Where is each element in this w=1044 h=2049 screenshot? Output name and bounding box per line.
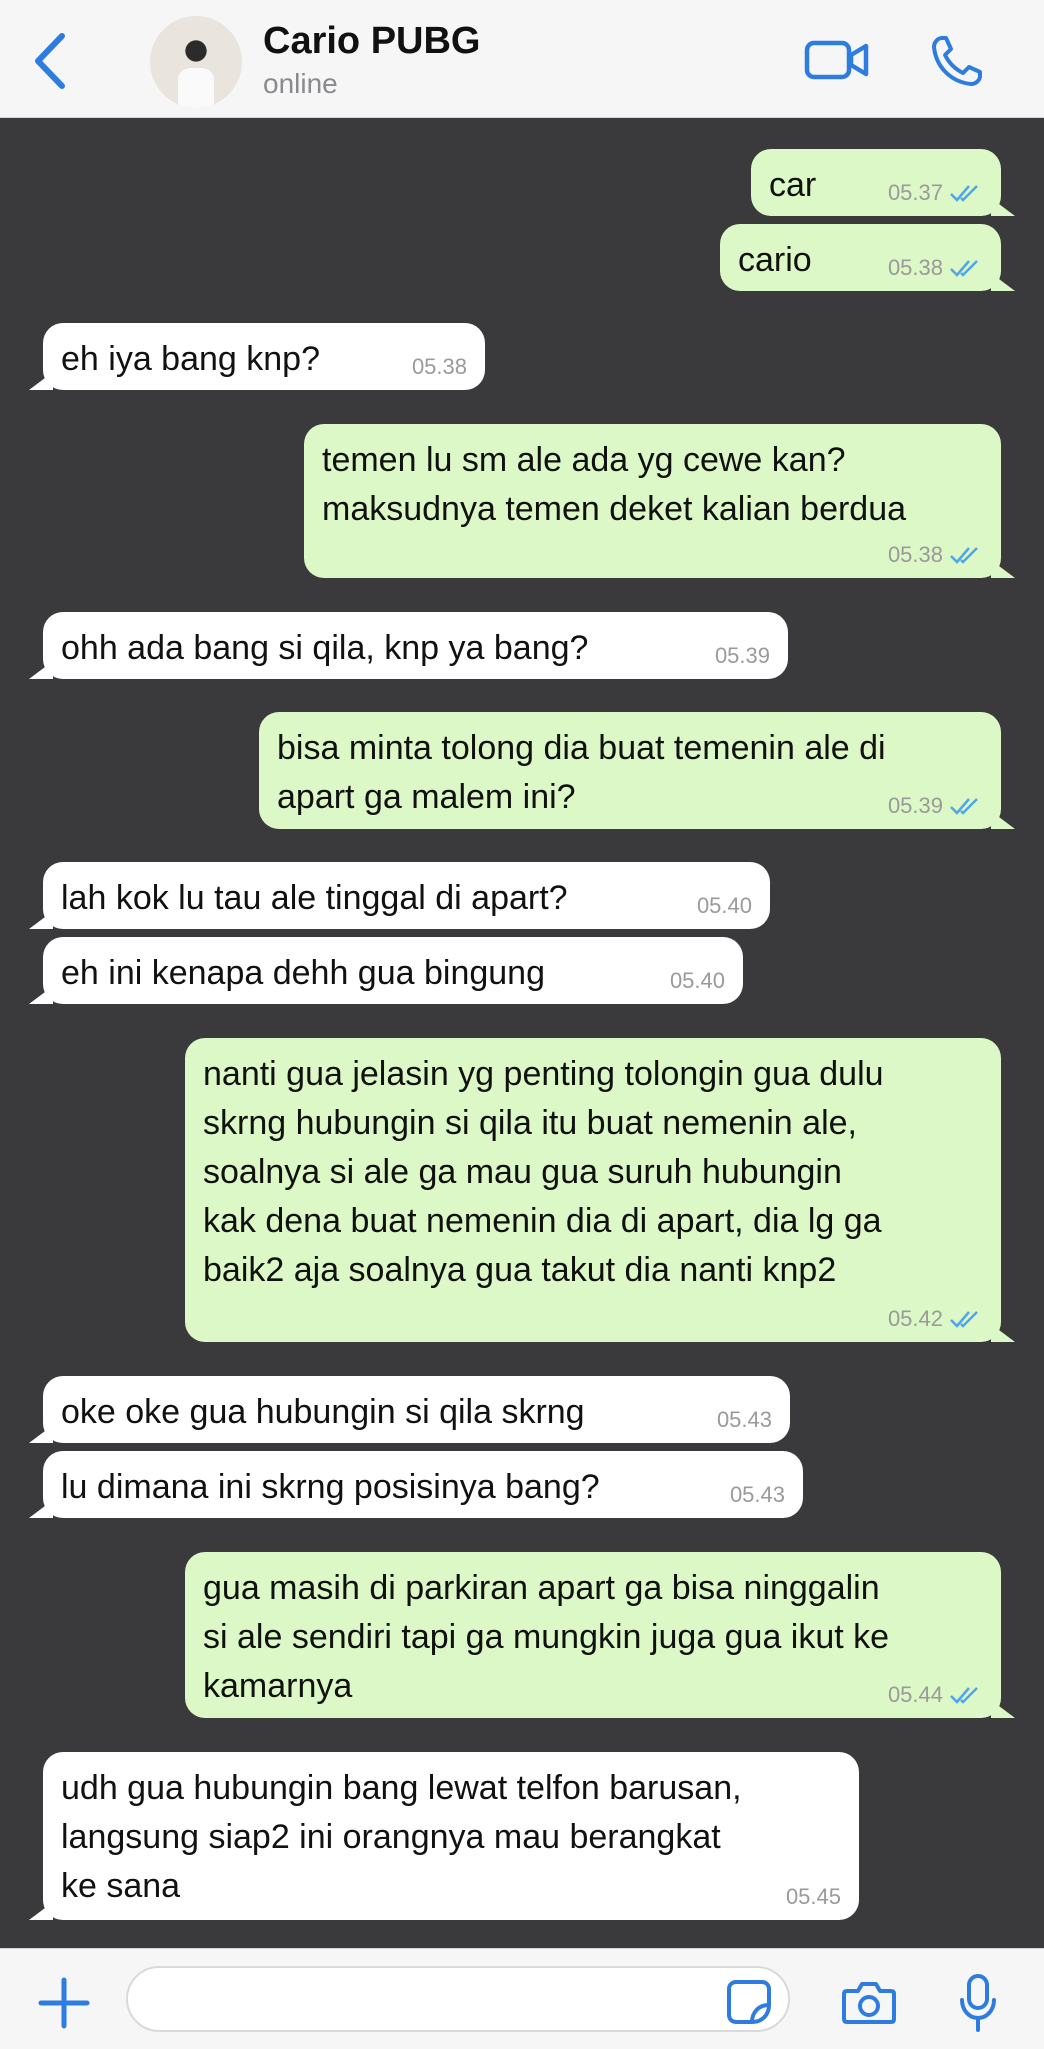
read-receipt-icon <box>950 1687 978 1704</box>
back-chevron-icon[interactable] <box>30 30 70 92</box>
message-time: 05.39 <box>714 643 770 668</box>
message-text: udh gua hubungin bang lewat telfon barus… <box>61 1769 742 1905</box>
message-bubble-incoming[interactable]: ohh ada bang si qila, knp ya bang? 05.39 <box>29 612 788 679</box>
message-time: 05.40 <box>669 968 725 993</box>
message-input[interactable] <box>126 1966 790 2032</box>
message-bubble-outgoing[interactable]: bisa minta tolong dia buat temenin ale d… <box>259 712 1015 829</box>
message-time: 05.39 <box>887 793 943 818</box>
message-bubble-incoming[interactable]: eh ini kenapa dehh gua bingung 05.40 <box>29 937 743 1004</box>
message-time: 05.38 <box>887 255 943 280</box>
message-bubble-outgoing[interactable]: temen lu sm ale ada yg cewe kan? maksudn… <box>304 424 1015 578</box>
message-time: 05.40 <box>696 893 752 918</box>
video-call-icon[interactable] <box>804 38 870 82</box>
message-time: 05.42 <box>887 1306 943 1331</box>
message-bubble-outgoing[interactable]: nanti gua jelasin yg penting tolongin gu… <box>185 1038 1015 1342</box>
message-time: 05.43 <box>729 1482 785 1507</box>
message-bubble-incoming[interactable]: oke oke gua hubungin si qila skrng 05.43 <box>29 1376 790 1443</box>
message-time: 05.44 <box>887 1682 943 1707</box>
message-text: eh iya bang knp? <box>61 340 320 378</box>
phone-call-icon[interactable] <box>930 34 984 88</box>
message-text: gua masih di parkiran apart ga bisa ning… <box>203 1569 890 1705</box>
message-bubble-incoming[interactable]: lah kok lu tau ale tinggal di apart? 05.… <box>29 862 770 929</box>
read-receipt-icon <box>950 547 978 564</box>
sticker-icon[interactable] <box>726 1979 772 2025</box>
message-composer <box>0 1948 1044 2049</box>
message-time: 05.37 <box>887 180 943 205</box>
message-bubble-incoming[interactable]: eh iya bang knp? 05.38 <box>29 323 485 390</box>
message-bubble-outgoing[interactable]: cario 05.38 <box>720 224 1015 291</box>
contact-avatar[interactable] <box>150 16 242 108</box>
read-receipt-icon <box>950 798 978 815</box>
message-time: 05.38 <box>887 542 943 567</box>
message-text: bisa minta tolong dia buat temenin ale d… <box>277 729 886 816</box>
message-time: 05.38 <box>411 354 467 379</box>
read-receipt-icon <box>950 260 978 277</box>
message-text: eh ini kenapa dehh gua bingung <box>61 954 545 992</box>
message-bubble-outgoing[interactable]: gua masih di parkiran apart ga bisa ning… <box>185 1552 1015 1718</box>
message-text: lah kok lu tau ale tinggal di apart? <box>61 879 568 917</box>
message-bubble-incoming[interactable]: lu dimana ini skrng posisinya bang? 05.4… <box>29 1451 803 1518</box>
message-text: lu dimana ini skrng posisinya bang? <box>61 1468 600 1506</box>
microphone-icon[interactable] <box>958 1973 998 2033</box>
message-time: 05.43 <box>716 1407 772 1432</box>
contact-status: online <box>263 68 338 99</box>
message-text: temen lu sm ale ada yg cewe kan? maksudn… <box>322 441 907 528</box>
plus-icon[interactable] <box>38 1977 90 2029</box>
chat-header: Cario PUBG online <box>0 0 1044 118</box>
message-bubble-incoming[interactable]: udh gua hubungin bang lewat telfon barus… <box>29 1752 859 1920</box>
message-text: nanti gua jelasin yg penting tolongin gu… <box>203 1055 884 1289</box>
camera-icon[interactable] <box>841 1979 897 2025</box>
read-receipt-icon <box>950 1311 978 1328</box>
message-time: 05.45 <box>785 1884 841 1909</box>
contact-name[interactable]: Cario PUBG <box>263 20 480 63</box>
message-text: oke oke gua hubungin si qila skrng <box>61 1393 585 1431</box>
message-bubble-outgoing[interactable]: car 05.37 <box>751 149 1015 216</box>
message-text: ohh ada bang si qila, knp ya bang? <box>61 629 589 667</box>
read-receipt-icon <box>950 185 978 202</box>
